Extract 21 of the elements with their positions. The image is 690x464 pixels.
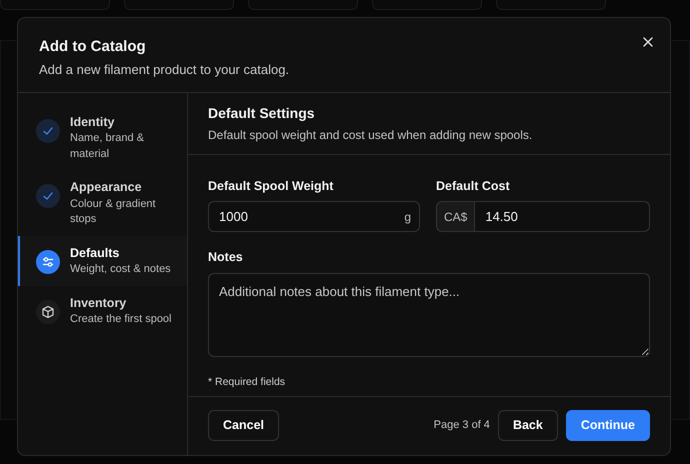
cancel-button[interactable]: Cancel [208,410,279,441]
section-title: Default Settings [208,104,316,123]
back-button[interactable]: Back [498,410,558,441]
step-item[interactable]: Identity Name, brand & material [18,104,187,170]
field-label: Notes [208,249,244,266]
currency-prefix: CA$ [436,201,476,232]
required-note: * Required fields [208,375,286,390]
field-label: Default Spool Weight [208,178,334,195]
field-label: Default Cost [436,178,511,194]
cost-field[interactable]: 14.50 [475,201,650,232]
page-indicator: Page 3 of 4 [434,418,490,434]
step-item[interactable]: Appearance Colour & gradient stops [18,170,187,236]
section-subtitle: Default spool weight and cost used when adding new spools. [208,126,534,144]
step-item[interactable]: Defaults Weight, cost & notes [18,236,187,286]
cube-icon [40,304,56,320]
dialog-subtitle: Add a new filament product to your catalog. [39,61,290,79]
continue-button[interactable]: Continue [566,410,650,441]
step-item[interactable]: Inventory Create the first spool [18,286,187,336]
dialog-title: Add to Catalog [39,38,147,56]
notes-field[interactable]: Additional notes about this filament type... [208,273,650,357]
unit-suffix: g [404,209,411,226]
